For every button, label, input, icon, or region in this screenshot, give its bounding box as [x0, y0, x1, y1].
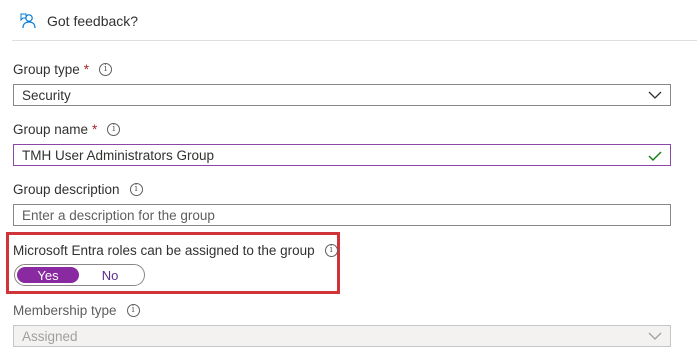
info-icon[interactable]: i [99, 63, 113, 76]
entra-roles-label: Microsoft Entra roles can be assigned to… [13, 243, 338, 258]
entra-roles-toggle[interactable]: Yes No [14, 264, 145, 286]
group-type-label: Group type * i [13, 62, 113, 77]
info-icon[interactable]: i [324, 244, 338, 257]
group-description-placeholder: Enter a description for the group [22, 207, 215, 223]
info-icon[interactable]: i [126, 304, 140, 317]
group-name-input[interactable]: TMH User Administrators Group [13, 144, 671, 166]
divider [12, 40, 697, 41]
group-description-label: Group description i [13, 182, 143, 197]
toggle-no-option[interactable]: No [79, 267, 141, 283]
feedback-link[interactable]: Got feedback? [20, 12, 138, 30]
membership-type-value: Assigned [22, 328, 78, 344]
feedback-icon [20, 13, 36, 29]
info-icon[interactable]: i [107, 123, 121, 136]
info-icon[interactable]: i [129, 183, 143, 196]
membership-type-select: Assigned [13, 325, 671, 347]
group-type-value: Security [22, 87, 71, 103]
group-name-label: Group name * i [13, 122, 121, 137]
toggle-yes-option[interactable]: Yes [17, 267, 79, 283]
chevron-down-icon [648, 91, 662, 99]
required-marker: * [83, 62, 90, 77]
chevron-down-icon [648, 332, 662, 340]
group-description-input[interactable]: Enter a description for the group [13, 204, 671, 226]
membership-type-label: Membership type i [13, 303, 140, 318]
checkmark-icon [648, 151, 662, 161]
required-marker: * [92, 122, 98, 137]
feedback-label: Got feedback? [47, 13, 139, 29]
group-type-select[interactable]: Security [13, 84, 671, 106]
group-name-value: TMH User Administrators Group [22, 147, 215, 163]
